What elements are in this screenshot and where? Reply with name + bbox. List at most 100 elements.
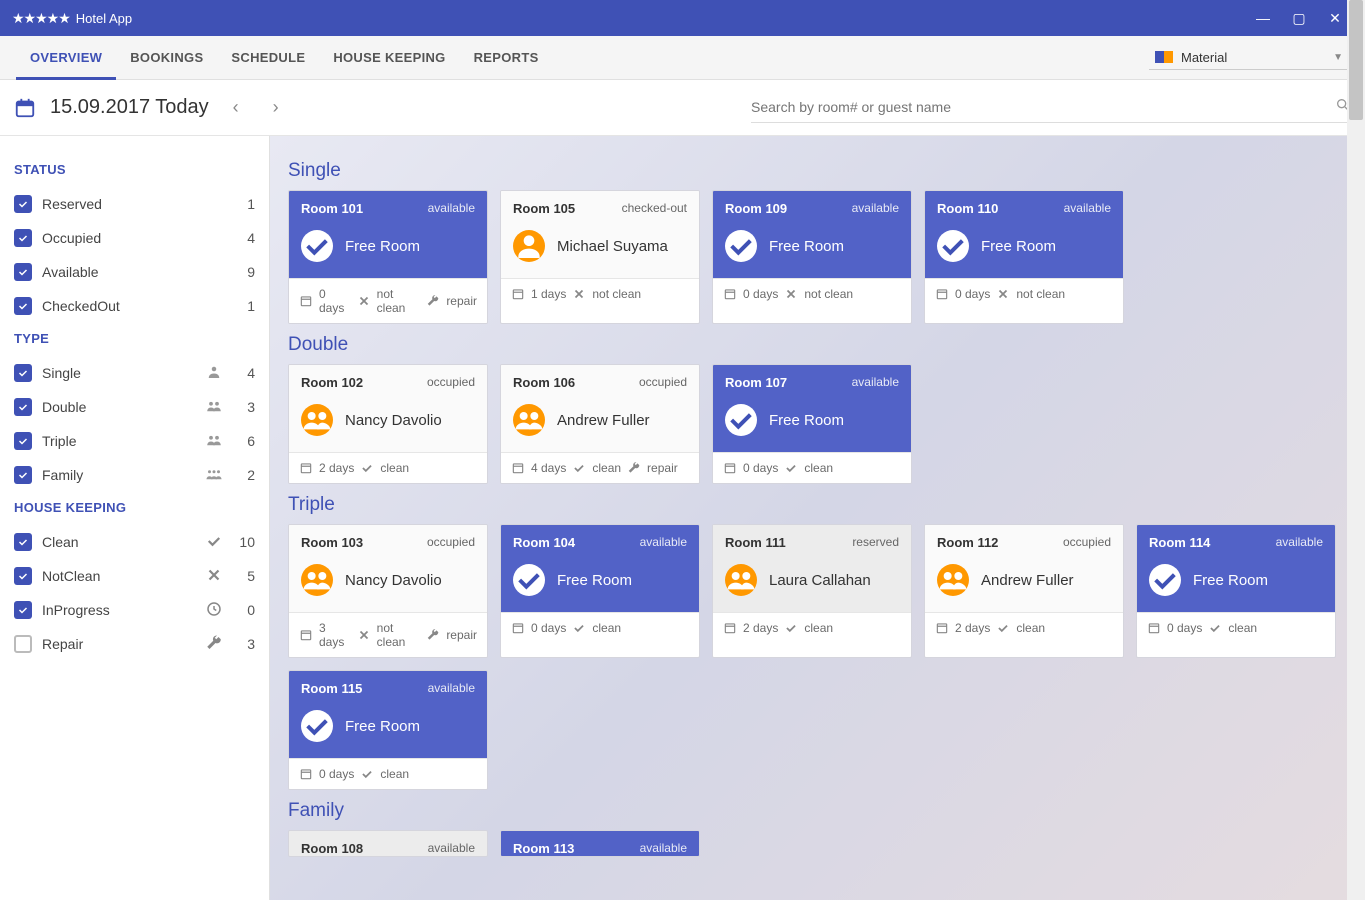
days-text: 1 days — [531, 287, 566, 301]
days-text: 0 days — [955, 287, 990, 301]
filter-hk-notclean[interactable]: NotClean5 — [14, 559, 255, 593]
filter-hk-repair[interactable]: Repair3 — [14, 627, 255, 661]
room-card[interactable]: Room 107availableFree Room0 daysclean — [712, 364, 912, 484]
room-card[interactable]: Room 103occupiedNancy Davolio3 daysnot c… — [288, 524, 488, 658]
calendar-icon — [299, 628, 313, 642]
room-card[interactable]: Room 105checked-outMichael Suyama1 daysn… — [500, 190, 700, 324]
card-footer: 4 dayscleanrepair — [501, 452, 699, 483]
room-card[interactable]: Room 112occupiedAndrew Fuller2 daysclean — [924, 524, 1124, 658]
guest-name: Free Room — [981, 238, 1056, 255]
checkbox[interactable] — [14, 398, 32, 416]
room-card[interactable]: Room 109availableFree Room0 daysnot clea… — [712, 190, 912, 324]
check-icon — [572, 461, 586, 475]
group-title-single: Single — [288, 160, 1347, 182]
group-icon — [301, 404, 333, 436]
toolbar: 15.09.2017 Today ‹ › — [0, 80, 1365, 136]
clock-icon — [205, 600, 223, 621]
x-icon — [572, 287, 586, 301]
filter-count: 9 — [237, 264, 255, 280]
checkbox[interactable] — [14, 601, 32, 619]
stars-icon: ★★★★★ — [12, 10, 70, 27]
checkbox[interactable] — [14, 567, 32, 585]
filter-count: 1 — [237, 196, 255, 212]
room-status: available — [428, 681, 475, 696]
search-input[interactable] — [751, 99, 1335, 115]
app-title: Hotel App — [76, 11, 132, 26]
checkbox[interactable] — [14, 364, 32, 382]
days-text: 2 days — [955, 621, 990, 635]
scrollbar-thumb[interactable] — [1349, 0, 1363, 120]
tab-overview[interactable]: OVERVIEW — [16, 36, 116, 80]
checkbox[interactable] — [14, 297, 32, 315]
guest-name: Free Room — [1193, 572, 1268, 589]
calendar-icon — [14, 97, 36, 119]
days-text: 0 days — [743, 287, 778, 301]
filter-status-checkedout[interactable]: CheckedOut1 — [14, 289, 255, 323]
group-title-family: Family — [288, 800, 1347, 822]
calendar-icon — [299, 461, 313, 475]
filter-label: Family — [42, 467, 195, 483]
calendar-icon — [935, 287, 949, 301]
hk-text: not clean — [377, 287, 421, 315]
card-footer: 0 daysclean — [1137, 612, 1335, 643]
room-card[interactable]: Room 115availableFree Room0 daysclean — [288, 670, 488, 790]
wrench-icon — [426, 628, 440, 642]
filter-type-family[interactable]: Family2 — [14, 458, 255, 492]
filter-hk-inprogress[interactable]: InProgress0 — [14, 593, 255, 627]
check-icon — [513, 564, 545, 596]
filter-type-triple[interactable]: Triple6 — [14, 424, 255, 458]
group-title-triple: Triple — [288, 494, 1347, 516]
date-prev-button[interactable]: ‹ — [223, 95, 249, 121]
theme-select[interactable]: Material ▼ — [1149, 46, 1349, 70]
room-number: Room 107 — [725, 375, 787, 390]
window-maximize-button[interactable]: ▢ — [1281, 10, 1317, 27]
checkbox[interactable] — [14, 195, 32, 213]
window-minimize-button[interactable]: — — [1245, 10, 1281, 26]
room-status: available — [428, 201, 475, 216]
person-icon — [513, 230, 545, 262]
filter-status-available[interactable]: Available9 — [14, 255, 255, 289]
date-next-button[interactable]: › — [263, 95, 289, 121]
room-card[interactable]: Room 113available — [500, 830, 700, 857]
room-card[interactable]: Room 108available — [288, 830, 488, 857]
checkbox[interactable] — [14, 432, 32, 450]
tab-schedule[interactable]: SCHEDULE — [217, 36, 319, 80]
filter-status-occupied[interactable]: Occupied4 — [14, 221, 255, 255]
checkbox[interactable] — [14, 466, 32, 484]
filter-hk-clean[interactable]: Clean10 — [14, 525, 255, 559]
check-icon — [725, 404, 757, 436]
checkbox[interactable] — [14, 635, 32, 653]
filter-count: 6 — [237, 433, 255, 449]
hk-text: clean — [1016, 621, 1045, 635]
calendar-icon — [511, 461, 525, 475]
checkbox[interactable] — [14, 229, 32, 247]
calendar-icon — [511, 621, 525, 635]
tab-bookings[interactable]: BOOKINGS — [116, 36, 217, 80]
card-footer: 0 daysnot cleanrepair — [289, 278, 487, 323]
room-card[interactable]: Room 106occupiedAndrew Fuller4 daysclean… — [500, 364, 700, 484]
room-card[interactable]: Room 102occupiedNancy Davolio2 daysclean — [288, 364, 488, 484]
filter-type-double[interactable]: Double3 — [14, 390, 255, 424]
tab-reports[interactable]: REPORTS — [460, 36, 553, 80]
status-section-title: STATUS — [14, 162, 255, 177]
check-icon — [1208, 621, 1222, 635]
room-card[interactable]: Room 110availableFree Room0 daysnot clea… — [924, 190, 1124, 324]
filter-count: 1 — [237, 298, 255, 314]
filter-count: 5 — [237, 568, 255, 584]
room-status: available — [852, 375, 899, 390]
room-card[interactable]: Room 111reservedLaura Callahan2 daysclea… — [712, 524, 912, 658]
guest-name: Free Room — [557, 572, 632, 589]
filter-type-single[interactable]: Single4 — [14, 356, 255, 390]
tab-house-keeping[interactable]: HOUSE KEEPING — [319, 36, 459, 80]
room-number: Room 114 — [1149, 535, 1210, 550]
filter-status-reserved[interactable]: Reserved1 — [14, 187, 255, 221]
card-footer: 0 daysclean — [501, 612, 699, 643]
search-box[interactable] — [751, 93, 1351, 123]
wrench-icon — [627, 461, 641, 475]
room-card[interactable]: Room 114availableFree Room0 daysclean — [1136, 524, 1336, 658]
room-card[interactable]: Room 101availableFree Room0 daysnot clea… — [288, 190, 488, 324]
room-card[interactable]: Room 104availableFree Room0 daysclean — [500, 524, 700, 658]
checkbox[interactable] — [14, 263, 32, 281]
scrollbar[interactable] — [1347, 0, 1365, 900]
checkbox[interactable] — [14, 533, 32, 551]
